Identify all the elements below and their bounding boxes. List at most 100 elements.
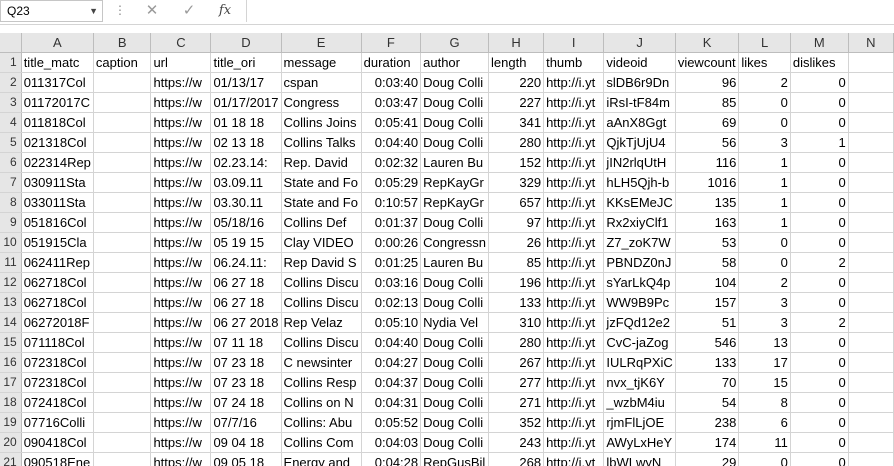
cell[interactable]: https://w (150, 392, 212, 413)
row-header[interactable]: 17 (0, 372, 22, 393)
cell[interactable]: 0 (790, 292, 849, 313)
cell[interactable]: aAnX8Ggt (603, 112, 676, 133)
cell[interactable]: 97 (488, 212, 545, 233)
cell[interactable] (848, 152, 894, 173)
cell[interactable]: http://i.yt (543, 372, 605, 393)
cell[interactable]: 0 (790, 92, 849, 113)
column-header[interactable]: C (150, 33, 212, 53)
cell[interactable]: Collins Discu (281, 332, 362, 353)
cell[interactable]: 657 (488, 192, 545, 213)
cell[interactable]: 07 23 18 (210, 372, 282, 393)
cell[interactable]: 0 (790, 172, 849, 193)
cell[interactable] (848, 412, 894, 433)
cell[interactable]: 0:05:10 (361, 312, 422, 333)
column-header[interactable]: A (21, 33, 94, 53)
cell[interactable]: 09 05 18 (210, 452, 282, 466)
cell[interactable]: 051915Cla (21, 232, 94, 253)
cell[interactable]: 0:00:26 (361, 232, 422, 253)
cell[interactable]: CvC-jaZog (603, 332, 676, 353)
cell[interactable]: 062411Rep (21, 252, 94, 273)
cell[interactable]: 1016 (675, 172, 740, 193)
cell[interactable]: 0 (790, 72, 849, 93)
cell[interactable]: 133 (675, 352, 740, 373)
cell[interactable]: 3 (738, 292, 791, 313)
cell[interactable]: Collins on N (281, 392, 362, 413)
cell[interactable] (848, 252, 894, 273)
cell[interactable] (93, 72, 152, 93)
cell[interactable] (93, 112, 152, 133)
cell[interactable]: 0:10:57 (361, 192, 422, 213)
row-header[interactable]: 7 (0, 172, 22, 193)
cell[interactable]: 13 (738, 332, 791, 353)
cell[interactable]: Doug Colli (420, 72, 489, 93)
cell[interactable]: 2 (738, 72, 791, 93)
cell[interactable]: 0:02:32 (361, 152, 422, 173)
cell[interactable] (848, 52, 894, 73)
cell[interactable]: title_matc (21, 52, 94, 73)
cell[interactable]: IULRqPXiC (603, 352, 676, 373)
row-header[interactable]: 9 (0, 212, 22, 233)
cell[interactable]: 243 (488, 432, 545, 453)
cell[interactable]: 02 13 18 (210, 132, 282, 153)
cell[interactable]: 06 27 2018 (210, 312, 282, 333)
cell[interactable] (93, 132, 152, 153)
cell[interactable]: http://i.yt (543, 272, 605, 293)
cell[interactable]: Collins Discu (281, 272, 362, 293)
cell[interactable]: 0 (790, 352, 849, 373)
insert-function-icon[interactable]: fx (210, 0, 240, 22)
cell[interactable]: C newsinter (281, 352, 362, 373)
cell[interactable] (93, 152, 152, 173)
cell[interactable]: https://w (150, 272, 212, 293)
cell[interactable]: 51 (675, 312, 740, 333)
column-header[interactable]: I (543, 33, 605, 53)
cell[interactable]: 157 (675, 292, 740, 313)
cell[interactable]: 2 (790, 252, 849, 273)
cell[interactable]: https://w (150, 152, 212, 173)
cell[interactable]: http://i.yt (543, 292, 605, 313)
cell[interactable]: AWyLxHeY (603, 432, 676, 453)
cell[interactable]: Congress (281, 92, 362, 113)
cell[interactable]: 53 (675, 232, 740, 253)
row-header[interactable]: 11 (0, 252, 22, 273)
cell[interactable]: 1 (738, 192, 791, 213)
cell[interactable]: nvx_tjK6Y (603, 372, 676, 393)
cell[interactable]: https://w (150, 72, 212, 93)
cell[interactable] (93, 92, 152, 113)
cell[interactable]: http://i.yt (543, 432, 605, 453)
row-header[interactable]: 18 (0, 392, 22, 413)
cell[interactable]: 071118Col (21, 332, 94, 353)
row-header[interactable]: 8 (0, 192, 22, 213)
column-header[interactable]: F (361, 33, 422, 53)
column-header[interactable]: E (281, 33, 362, 53)
cell[interactable] (848, 172, 894, 193)
cell[interactable]: 06272018F (21, 312, 94, 333)
cell[interactable]: http://i.yt (543, 192, 605, 213)
cell[interactable]: 01/13/17 (210, 72, 282, 93)
cell[interactable]: 341 (488, 112, 545, 133)
cell[interactable]: 033011Sta (21, 192, 94, 213)
row-header[interactable]: 20 (0, 432, 22, 453)
cell[interactable] (848, 232, 894, 253)
cell[interactable]: 227 (488, 92, 545, 113)
cell[interactable]: http://i.yt (543, 452, 605, 466)
cell[interactable]: https://w (150, 92, 212, 113)
cell[interactable]: 0:03:47 (361, 92, 422, 113)
cell[interactable]: 0:03:16 (361, 272, 422, 293)
cell[interactable]: 11 (738, 432, 791, 453)
cell[interactable]: https://w (150, 232, 212, 253)
cell[interactable]: http://i.yt (543, 352, 605, 373)
cell[interactable]: dislikes (790, 52, 849, 73)
cell[interactable]: jIN2rlqUtH (603, 152, 676, 173)
cell[interactable]: 072318Col (21, 352, 94, 373)
cell[interactable]: Z7_zoK7W (603, 232, 676, 253)
cell[interactable]: 0:04:37 (361, 372, 422, 393)
cell[interactable]: 0 (738, 452, 791, 466)
cell[interactable]: http://i.yt (543, 412, 605, 433)
cell[interactable]: RepKayGr (420, 192, 489, 213)
cell[interactable]: 17 (738, 352, 791, 373)
cell[interactable]: Rep David S (281, 252, 362, 273)
cell[interactable]: Collins Talks (281, 132, 362, 153)
cell[interactable]: https://w (150, 192, 212, 213)
cell[interactable] (93, 432, 152, 453)
column-header[interactable]: J (603, 33, 676, 53)
